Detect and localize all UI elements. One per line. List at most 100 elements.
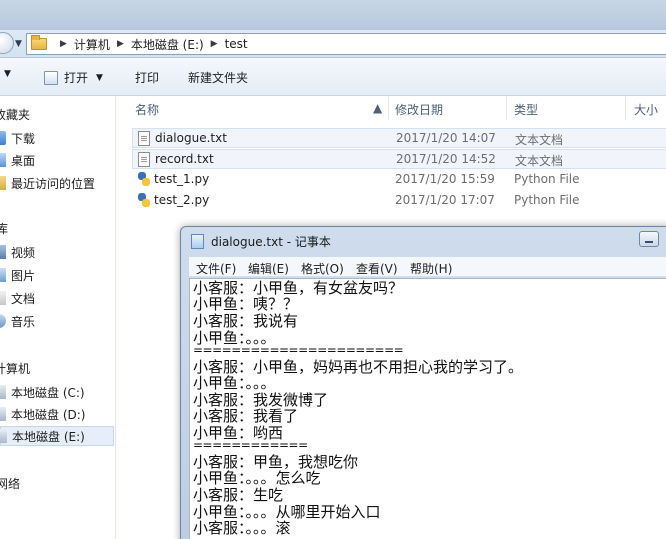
nav-item-desktop[interactable]: 桌面 — [0, 150, 35, 170]
column-size[interactable]: 大小 — [634, 101, 658, 118]
column-date[interactable]: 修改日期 — [395, 101, 443, 118]
nav-item-label: 下载 — [11, 131, 36, 146]
file-name: test_2.py — [154, 193, 210, 207]
nav-item-recent-places[interactable]: 最近访问的位置 — [0, 173, 95, 193]
command-bar: ▼ 打开 ▼ 打印 新建文件夹 — [0, 58, 666, 96]
text-line-separator: ====================== — [193, 343, 404, 357]
menu-edit[interactable]: 编辑(E) — [248, 260, 289, 277]
drive-icon — [0, 429, 7, 443]
breadcrumb-computer[interactable]: 计算机 — [74, 36, 110, 53]
nav-item-label: 音乐 — [11, 314, 36, 329]
address-bar-row: ▼ ▶ 计算机 ▶ 本地磁盘 (E:) ▶ test — [0, 30, 666, 58]
text-line: 小甲鱼：。。。从哪里开始入口 — [193, 503, 381, 521]
file-row-record[interactable]: record.txt 2017/1/20 14:52 文本文档 — [132, 149, 666, 169]
drive-icon — [0, 407, 6, 421]
nav-network-header[interactable]: 网络 — [0, 473, 20, 493]
open-label: 打开 — [64, 71, 89, 85]
nav-item-label: 本地磁盘 (D:) — [11, 407, 86, 422]
address-bar[interactable]: ▶ 计算机 ▶ 本地磁盘 (E:) ▶ test — [26, 33, 666, 55]
breadcrumb-separator-icon[interactable]: ▶ — [60, 39, 67, 49]
text-line: 小客服：我说有 — [193, 312, 299, 330]
recent-places-icon — [0, 176, 6, 190]
breadcrumb-separator-icon[interactable]: ▶ — [211, 39, 218, 49]
file-type: Python File — [514, 172, 580, 186]
folder-icon — [31, 35, 47, 50]
text-line: 小客服：小甲鱼，有女盆友吗？ — [193, 279, 404, 297]
nav-item-videos[interactable]: 视频 — [0, 242, 35, 262]
new-folder-button[interactable]: 新建文件夹 — [188, 69, 248, 86]
notepad-menu-bar: 文件(F) 编辑(E) 格式(O) 查看(V) 帮助(H) — [189, 257, 666, 277]
menu-file[interactable]: 文件(F) — [196, 260, 236, 277]
breadcrumb-separator-icon[interactable]: ▶ — [117, 39, 124, 49]
pictures-icon — [0, 268, 6, 282]
file-date: 2017/1/20 15:59 — [395, 172, 495, 186]
music-icon — [0, 314, 6, 328]
minimize-icon — [645, 241, 653, 243]
nav-item-label: 本地磁盘 (E:) — [12, 429, 85, 444]
navigation-pane: 收藏夹 下载 桌面 最近访问的位置 库 视频 图片 文档 音乐 计算机 本地磁盘… — [0, 96, 116, 539]
text-line: 小客服：甲鱼，我想吃你 — [193, 453, 359, 471]
menu-help[interactable]: 帮助(H) — [410, 260, 452, 277]
nav-item-documents[interactable]: 文档 — [0, 288, 35, 308]
python-file-icon — [137, 172, 151, 187]
column-name[interactable]: 名称 — [135, 101, 159, 118]
back-button[interactable] — [0, 32, 14, 54]
nav-computer-header[interactable]: 计算机 — [0, 358, 30, 378]
notepad-text-area[interactable]: 小客服：小甲鱼，有女盆友吗？ 小甲鱼：咦？？ 小客服：我说有 小甲鱼：。。。 =… — [189, 278, 666, 539]
text-line: 小客服：生吃 — [193, 486, 284, 504]
recent-pages-dropdown-icon[interactable]: ▼ — [15, 39, 22, 49]
text-line-separator: ============ — [193, 438, 308, 452]
nav-favorites-header[interactable]: 收藏夹 — [0, 104, 30, 124]
open-button[interactable]: 打开 ▼ — [44, 69, 103, 86]
menu-format[interactable]: 格式(O) — [301, 260, 344, 277]
file-date: 2017/1/20 17:07 — [395, 193, 495, 207]
nav-item-label: 最近访问的位置 — [11, 176, 96, 191]
desktop-icon — [0, 153, 6, 167]
nav-item-drive-e[interactable]: 本地磁盘 (E:) — [0, 426, 114, 446]
chevron-down-icon: ▼ — [96, 72, 103, 83]
breadcrumb-drive-e[interactable]: 本地磁盘 (E:) — [131, 36, 204, 53]
organize-dropdown[interactable]: ▼ — [4, 69, 11, 79]
nav-item-music[interactable]: 音乐 — [0, 311, 35, 331]
minimize-button[interactable] — [639, 231, 659, 247]
file-row-dialogue[interactable]: dialogue.txt 2017/1/20 14:07 文本文档 — [132, 128, 666, 148]
open-icon — [44, 70, 58, 85]
text-line: 小甲鱼：咦？？ — [193, 295, 299, 313]
file-date: 2017/1/20 14:07 — [396, 131, 496, 145]
window-top-strip — [0, 0, 666, 30]
notepad-window: dialogue.txt - 记事本 文件(F) 编辑(E) 格式(O) 查看(… — [180, 226, 666, 539]
nav-item-drive-d[interactable]: 本地磁盘 (D:) — [0, 404, 85, 424]
column-type[interactable]: 类型 — [514, 101, 538, 118]
text-line: 小客服：小甲鱼，妈妈再也不用担心我的学习了。 — [193, 358, 524, 376]
text-file-icon — [138, 131, 150, 146]
file-row-test-2[interactable]: test_2.py 2017/1/20 17:07 Python File — [132, 191, 666, 211]
nav-item-label: 视频 — [11, 245, 36, 260]
column-header-row: ▲ 名称 修改日期 类型 大小 — [118, 96, 666, 120]
sort-ascending-icon: ▲ — [373, 101, 383, 115]
text-line: 小客服：我发微博了 — [193, 391, 329, 409]
text-line: 小客服：我看了 — [193, 407, 299, 425]
nav-item-downloads[interactable]: 下载 — [0, 128, 35, 148]
file-row-test-1[interactable]: test_1.py 2017/1/20 15:59 Python File — [132, 170, 666, 190]
file-name: record.txt — [155, 152, 214, 166]
nav-item-label: 本地磁盘 (C:) — [11, 385, 85, 400]
new-folder-label: 新建文件夹 — [188, 71, 249, 85]
nav-item-pictures[interactable]: 图片 — [0, 265, 35, 285]
nav-item-drive-c[interactable]: 本地磁盘 (C:) — [0, 382, 85, 402]
file-type: 文本文档 — [515, 133, 564, 147]
nav-libraries-header[interactable]: 库 — [0, 218, 8, 238]
notepad-title-bar[interactable]: dialogue.txt - 记事本 — [191, 233, 331, 250]
nav-item-label: 文档 — [11, 291, 36, 306]
breadcrumb-test[interactable]: test — [225, 37, 248, 51]
menu-view[interactable]: 查看(V) — [356, 260, 398, 277]
text-line: 小甲鱼：。。。 — [193, 374, 276, 392]
print-button[interactable]: 打印 — [135, 69, 159, 86]
file-date: 2017/1/20 14:52 — [396, 152, 496, 166]
drive-icon — [0, 385, 6, 399]
notepad-icon — [191, 234, 204, 249]
text-line: 小甲鱼：。。。怎么吃 — [193, 469, 321, 487]
videos-icon — [0, 245, 6, 259]
print-label: 打印 — [135, 71, 160, 85]
file-type: 文本文档 — [515, 154, 564, 168]
chevron-down-icon: ▼ — [4, 69, 11, 79]
